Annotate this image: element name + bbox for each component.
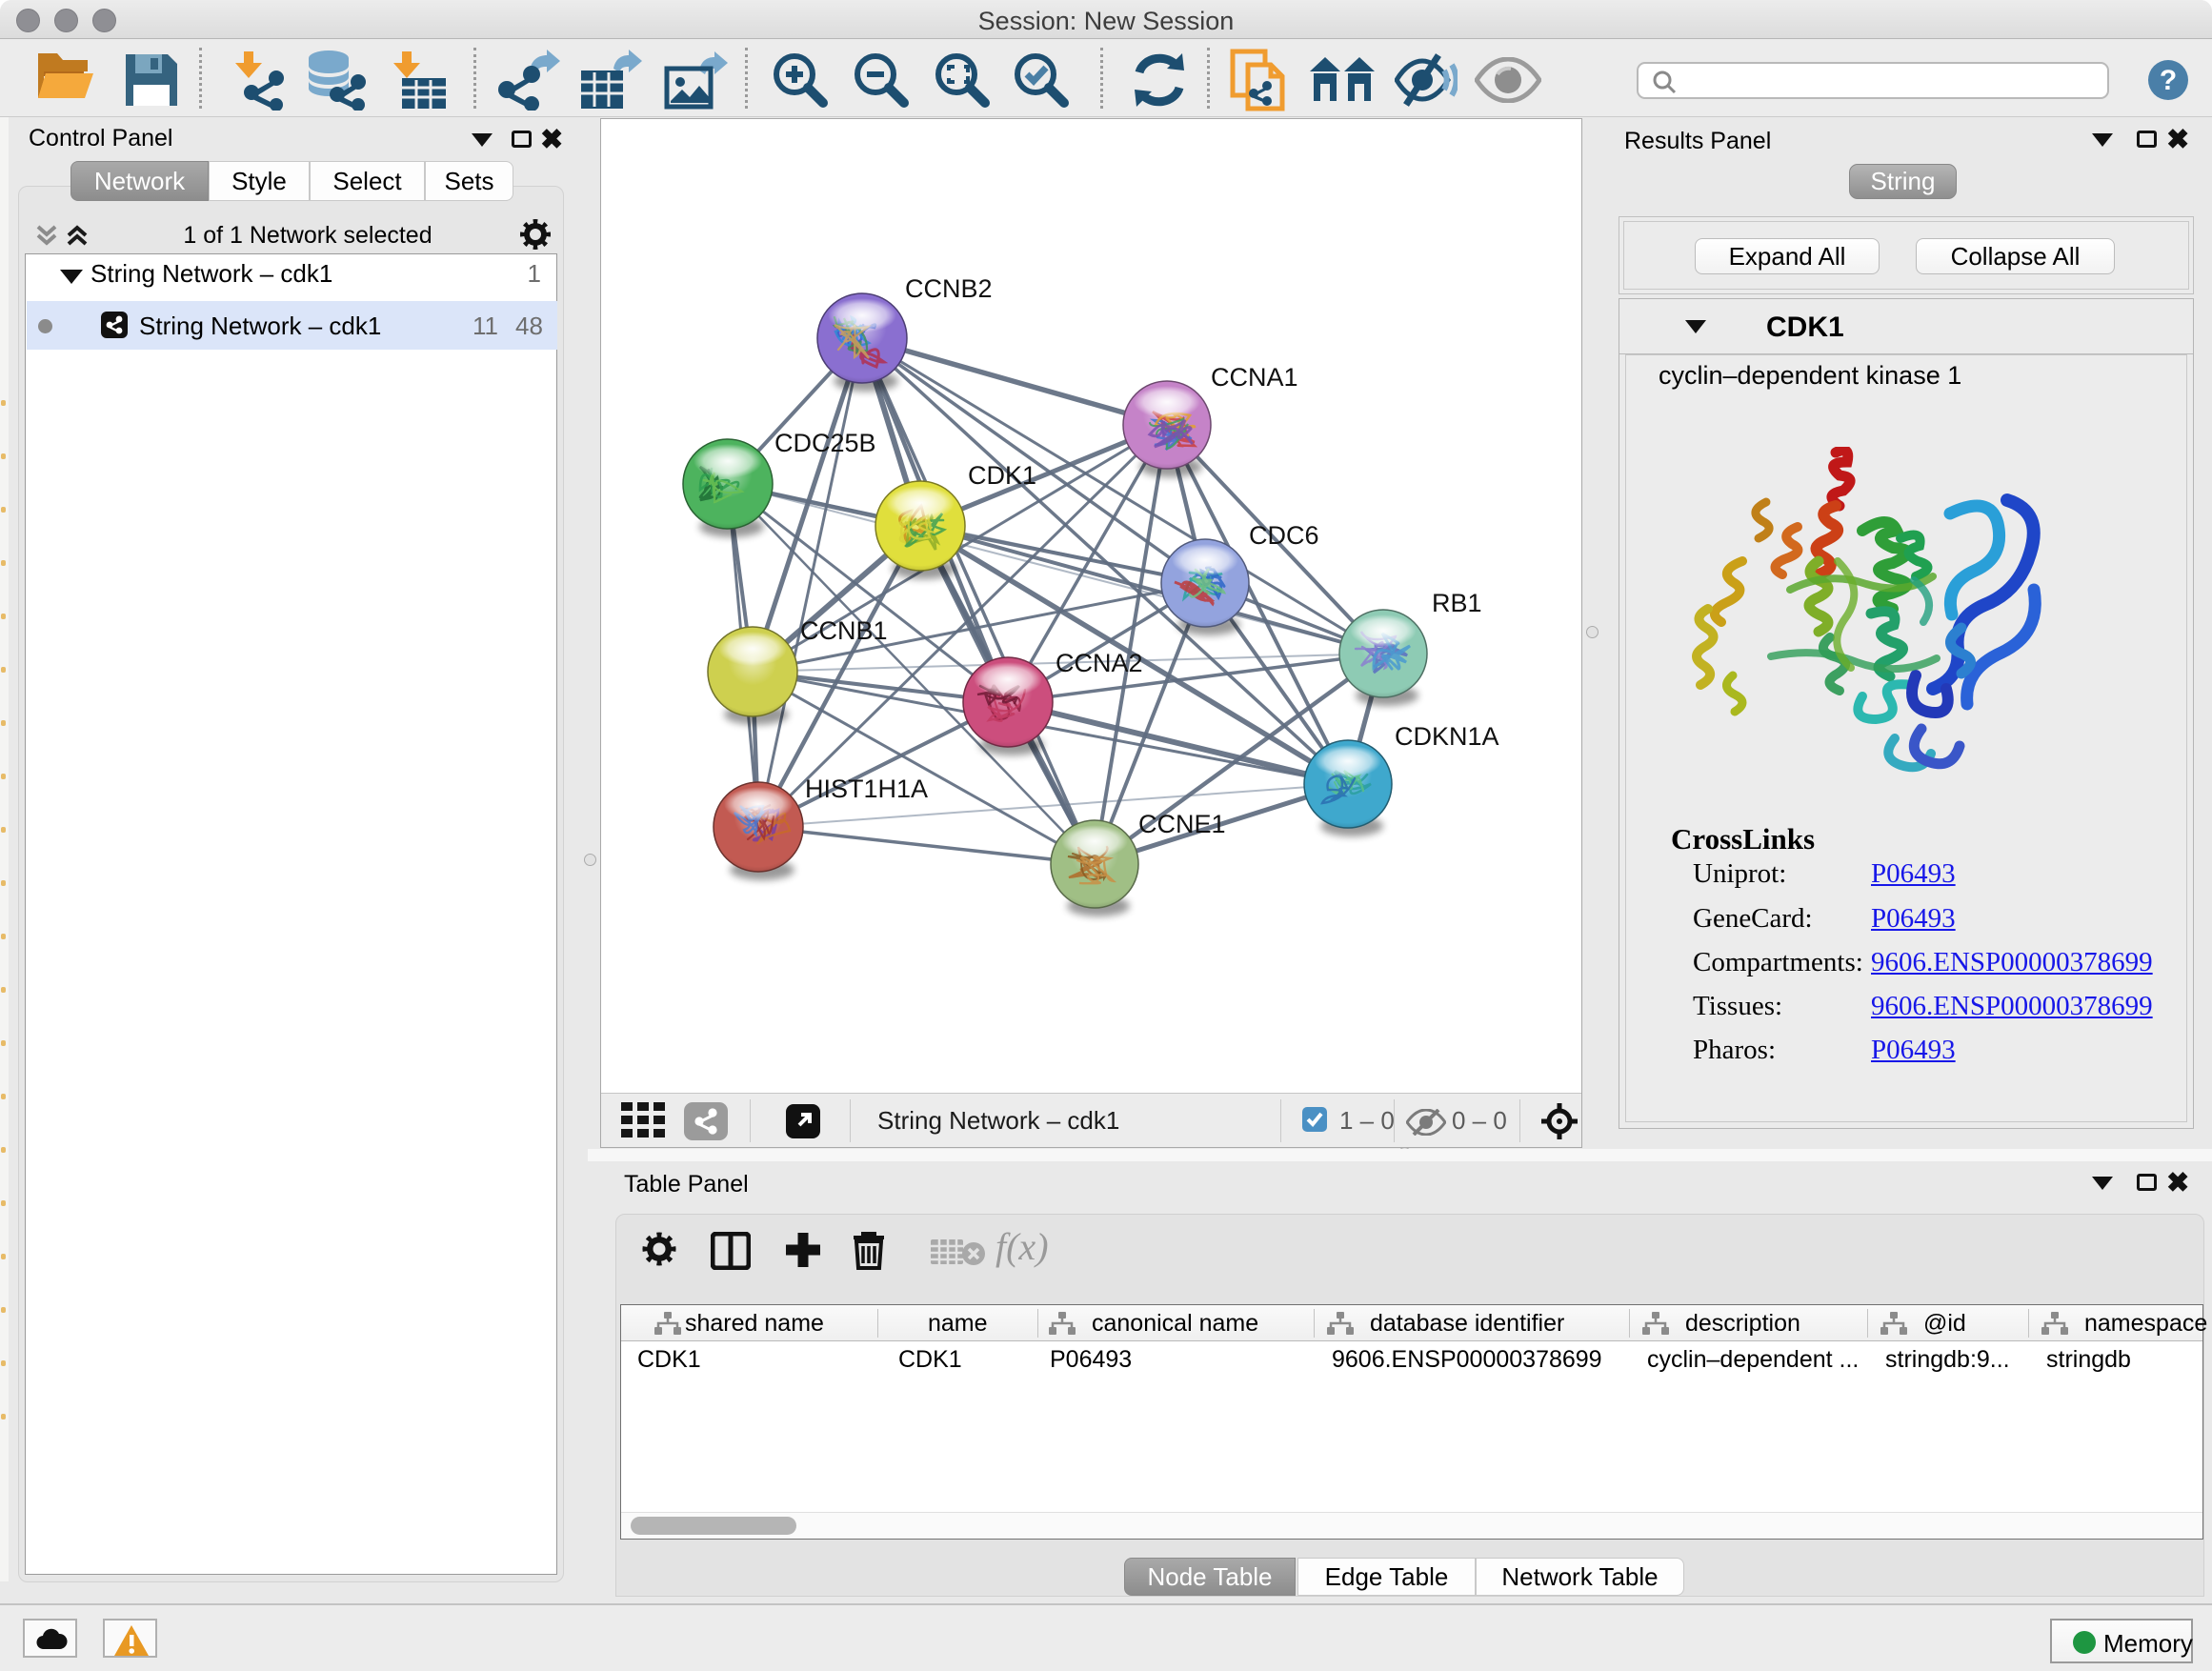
svg-text:CCNA1: CCNA1 <box>1211 363 1298 392</box>
svg-text:CDC6: CDC6 <box>1249 521 1319 550</box>
svg-text:RB1: RB1 <box>1432 589 1482 617</box>
svg-text:CCNA2: CCNA2 <box>1056 649 1143 677</box>
svg-text:CDC25B: CDC25B <box>774 429 876 457</box>
svg-text:CDK1: CDK1 <box>968 461 1036 490</box>
svg-text:CDKN1A: CDKN1A <box>1395 722 1499 751</box>
svg-text:CCNB2: CCNB2 <box>905 274 993 303</box>
svg-text:CCNE1: CCNE1 <box>1138 810 1226 838</box>
svg-text:HIST1H1A: HIST1H1A <box>805 775 928 803</box>
svg-text:CCNB1: CCNB1 <box>800 616 888 645</box>
svg-text:?: ? <box>2160 65 2177 96</box>
